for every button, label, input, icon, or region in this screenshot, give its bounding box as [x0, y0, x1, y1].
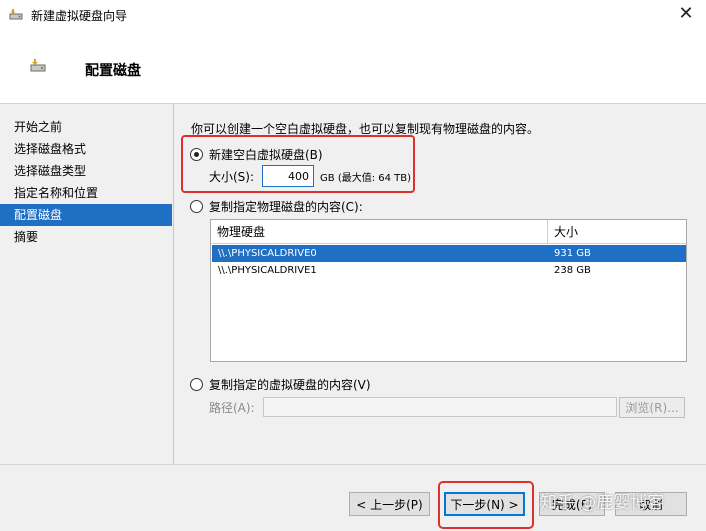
table-row[interactable]: \\.\PHYSICALDRIVE1 238 GB — [212, 262, 686, 279]
radio-new-blank[interactable] — [190, 148, 203, 161]
title-bar: 新建虚拟硬盘向导 ✕ — [0, 0, 706, 30]
size-row: 大小(S): GB (最大值: 64 TB) — [209, 165, 411, 187]
size-label: 大小(S): — [209, 169, 255, 184]
previous-button[interactable]: < 上一步(P) — [349, 492, 430, 516]
window-title: 新建虚拟硬盘向导 — [31, 9, 128, 23]
browse-button[interactable]: 浏览(R)... — [619, 397, 685, 418]
disk-name-cell: \\.\PHYSICALDRIVE0 — [218, 248, 317, 259]
path-input[interactable] — [262, 397, 617, 417]
size-input[interactable] — [262, 165, 315, 187]
next-button[interactable]: 下一步(N) > — [444, 492, 525, 516]
radio-copy-physical[interactable] — [190, 200, 203, 213]
sidebar-item-disk-type[interactable]: 选择磁盘类型 — [0, 160, 172, 182]
option-copy-virtual-disk[interactable]: 复制指定的虚拟硬盘的内容(V) — [190, 376, 371, 393]
option-physical-label: 复制指定物理磁盘的内容(C): — [209, 200, 363, 214]
option-new-blank-disk[interactable]: 新建空白虚拟硬盘(B) — [190, 146, 323, 163]
option-copy-physical-disk[interactable]: 复制指定物理磁盘的内容(C): — [190, 198, 363, 215]
cancel-button[interactable]: 取消 — [615, 492, 687, 516]
finish-button[interactable]: 完成(F) — [539, 492, 605, 516]
virtual-disk-icon — [9, 9, 23, 20]
path-row: 路径(A): — [209, 397, 617, 417]
disk-size-cell: 931 GB — [554, 248, 591, 259]
disk-size-cell: 238 GB — [554, 265, 591, 276]
column-header-disk[interactable]: 物理硬盘 — [211, 220, 548, 244]
disk-name-cell: \\.\PHYSICALDRIVE1 — [218, 265, 317, 276]
sidebar-item-name-location[interactable]: 指定名称和位置 — [0, 182, 172, 204]
page-title: 配置磁盘 — [85, 63, 141, 79]
sidebar-item-summary[interactable]: 摘要 — [0, 226, 172, 248]
wizard-header: 配置磁盘 — [0, 30, 706, 104]
column-header-size[interactable]: 大小 — [548, 220, 686, 244]
sidebar-item-before-you-begin[interactable]: 开始之前 — [0, 116, 172, 138]
sidebar-item-disk-format[interactable]: 选择磁盘格式 — [0, 138, 172, 160]
option-virtual-label: 复制指定的虚拟硬盘的内容(V) — [209, 378, 371, 392]
virtual-disk-icon — [30, 59, 46, 72]
close-icon[interactable]: ✕ — [676, 4, 696, 24]
physical-disk-table: 物理硬盘 大小 \\.\PHYSICALDRIVE0 931 GB \\.\PH… — [210, 219, 687, 362]
intro-text: 你可以创建一个空白虚拟硬盘，也可以复制现有物理磁盘的内容。 — [191, 122, 540, 136]
table-row[interactable]: \\.\PHYSICALDRIVE0 931 GB — [212, 245, 686, 262]
radio-copy-virtual[interactable] — [190, 378, 203, 391]
size-unit-text: GB (最大值: 64 TB) — [320, 172, 412, 184]
sidebar-item-configure-disk[interactable]: 配置磁盘 — [0, 204, 172, 226]
option-new-label: 新建空白虚拟硬盘(B) — [209, 148, 323, 162]
footer-divider — [0, 464, 706, 465]
wizard-steps-sidebar: 开始之前 选择磁盘格式 选择磁盘类型 指定名称和位置 配置磁盘 摘要 — [0, 104, 174, 464]
path-label: 路径(A): — [209, 400, 255, 415]
table-header: 物理硬盘 大小 — [211, 220, 686, 244]
